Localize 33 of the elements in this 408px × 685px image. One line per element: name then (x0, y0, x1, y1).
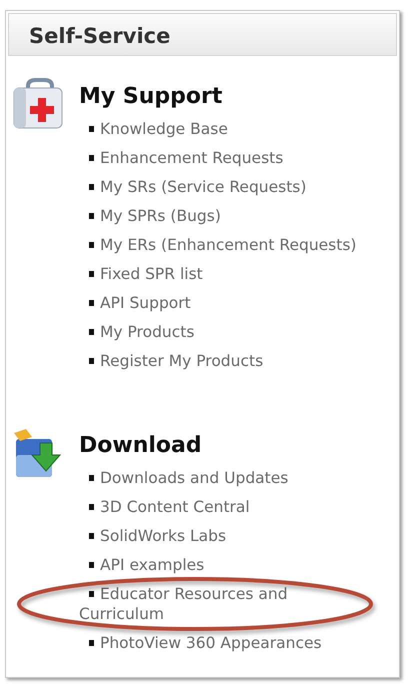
menu-link[interactable]: SolidWorks Labs (79, 526, 367, 546)
bullet-icon (89, 242, 94, 248)
menu-link[interactable]: My SPRs (Bugs) (79, 206, 367, 226)
bullet-icon (89, 271, 94, 277)
menu-link[interactable]: API examples (79, 555, 367, 575)
bullet-icon (89, 213, 94, 219)
bullet-icon (89, 640, 94, 646)
bullet-icon (89, 504, 94, 510)
menu-link[interactable]: My SRs (Service Requests) (79, 177, 367, 197)
bullet-icon (89, 562, 94, 568)
menu-link[interactable]: Knowledge Base (79, 119, 367, 139)
menu-link[interactable]: API Support (79, 293, 367, 313)
section-heading: My Support (79, 84, 224, 110)
bullet-icon (89, 155, 94, 161)
bullet-icon (89, 591, 94, 597)
menu-link[interactable]: PhotoView 360 Appearances (79, 633, 367, 653)
menu-link[interactable]: Educator Resources and Curriculum (79, 584, 367, 624)
bullet-icon (89, 300, 94, 306)
bullet-icon (89, 358, 94, 364)
menu-link[interactable]: Fixed SPR list (79, 264, 367, 284)
menu-link[interactable]: 3D Content Central (79, 497, 367, 517)
section-heading: Download (79, 433, 203, 459)
bullet-icon (89, 126, 94, 132)
menu-link[interactable]: Enhancement Requests (79, 148, 367, 168)
menu-link[interactable]: My Products (79, 322, 367, 342)
menu-link[interactable]: Downloads and Updates (79, 468, 367, 488)
bullet-icon (89, 329, 94, 335)
menu-link[interactable]: My ERs (Enhancement Requests) (79, 235, 367, 255)
panel-title: Self-Service (29, 24, 170, 48)
bullet-icon (89, 184, 94, 190)
menu-link[interactable]: Register My Products (79, 351, 367, 371)
bullet-icon (89, 533, 94, 539)
bullet-icon (89, 475, 94, 481)
